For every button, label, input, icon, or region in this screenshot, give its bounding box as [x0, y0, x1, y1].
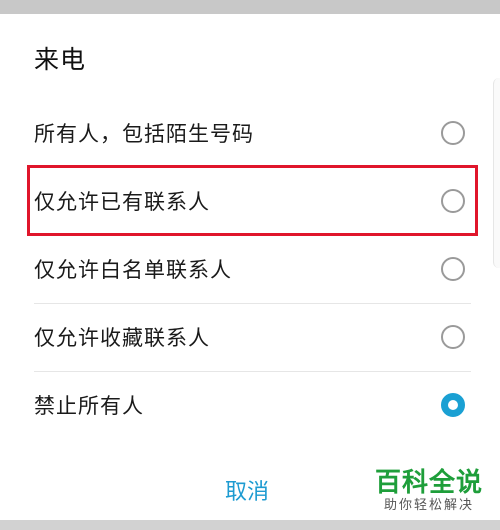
radio-unselected-icon[interactable]: [441, 121, 465, 145]
option-label: 仅允许已有联系人: [34, 190, 210, 214]
radio-unselected-icon[interactable]: [441, 189, 465, 213]
option-whitelist-only[interactable]: 仅允许白名单联系人: [0, 236, 500, 302]
option-label: 禁止所有人: [34, 394, 144, 418]
radio-unselected-icon[interactable]: [441, 257, 465, 281]
watermark-logo: 百科全说 助你轻松解决: [370, 468, 488, 514]
watermark-subtitle: 助你轻松解决: [383, 498, 474, 513]
radio-unselected-icon[interactable]: [441, 325, 465, 349]
dialog-title: 来电: [34, 45, 87, 74]
status-bar-edge: [0, 0, 500, 14]
option-contacts-only[interactable]: 仅允许已有联系人: [0, 168, 500, 234]
option-label: 所有人，包括陌生号码: [34, 122, 254, 146]
option-favorites-only[interactable]: 仅允许收藏联系人: [0, 304, 500, 370]
cancel-button[interactable]: 取消: [225, 474, 269, 506]
option-block-all[interactable]: 禁止所有人: [0, 372, 500, 438]
option-label: 仅允许白名单联系人: [34, 258, 232, 282]
bottom-edge: [0, 520, 500, 530]
watermark-title: 百科全说: [374, 468, 483, 498]
radio-selected-icon[interactable]: [441, 393, 465, 417]
option-label: 仅允许收藏联系人: [34, 326, 210, 350]
option-everyone[interactable]: 所有人，包括陌生号码: [0, 100, 500, 166]
